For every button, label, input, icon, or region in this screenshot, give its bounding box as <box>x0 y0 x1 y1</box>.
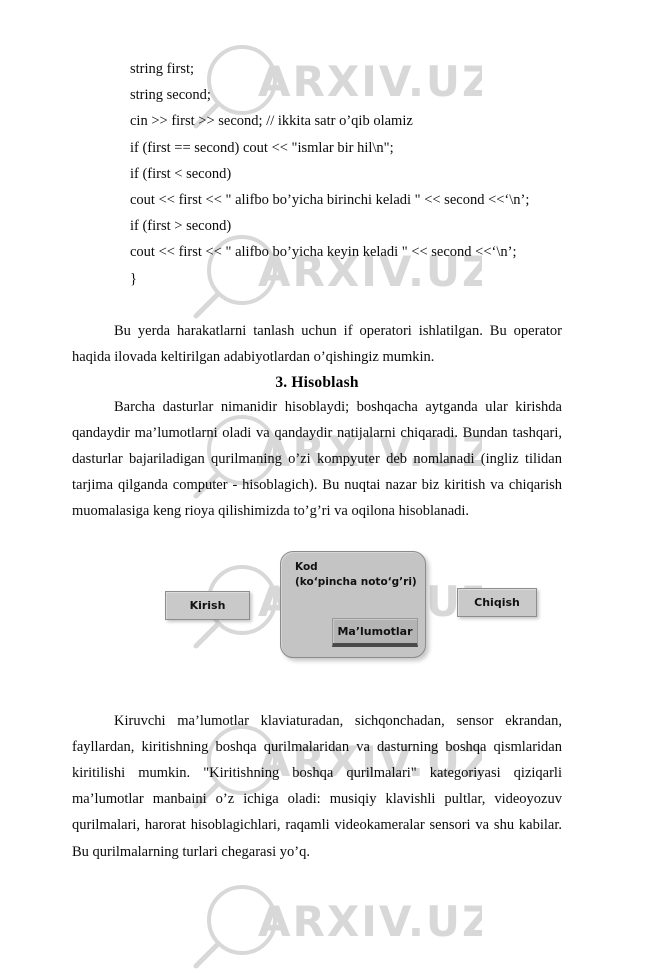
code-line: if (first < second) <box>130 165 232 182</box>
paragraph-intro: Bu yerda harakatlarni tanlash uchun if o… <box>72 322 562 365</box>
document-page: string first; string second; cin >> firs… <box>0 0 661 935</box>
code-line: cout << first << " alifbo bo’yicha keyin… <box>130 244 517 261</box>
code-line: } <box>130 270 137 287</box>
diagram-node-kod[interactable]: Kod (ko‘pincha noto‘g’ri) Ma’lumotlar <box>280 551 426 658</box>
diagram-node-malumotlar[interactable]: Ma’lumotlar <box>332 618 418 647</box>
paragraph-body: Barcha dasturlar nimanidir hisoblaydi; b… <box>72 398 562 520</box>
diagram-node-kirish-label: Kirish <box>189 599 226 612</box>
code-line: if (first == second) cout << "ismlar bir… <box>130 139 394 156</box>
diagram-node-kod-label: Kod (ko‘pincha noto‘g’ri) <box>295 561 417 588</box>
section-heading: 3. Hisoblash <box>275 373 359 391</box>
code-line: if (first > second) <box>130 218 232 235</box>
diagram-node-chiqish-label: Chiqish <box>474 596 520 609</box>
diagram-node-chiqish[interactable]: Chiqish <box>457 588 537 617</box>
code-line: cin >> first >> second; // ikkita satr o… <box>130 113 413 130</box>
code-listing: string first; string second; cin >> firs… <box>130 56 600 292</box>
code-line: string first; <box>130 61 195 77</box>
paragraph-tail: Kiruvchi ma’lumotlar klaviaturadan, sich… <box>72 712 562 860</box>
code-line: string second; <box>130 87 211 104</box>
diagram-node-kirish[interactable]: Kirish <box>165 591 250 620</box>
code-line: cout << first << " alifbo bo’yicha birin… <box>130 192 530 209</box>
diagram-node-malumotlar-label: Ma’lumotlar <box>337 624 413 638</box>
